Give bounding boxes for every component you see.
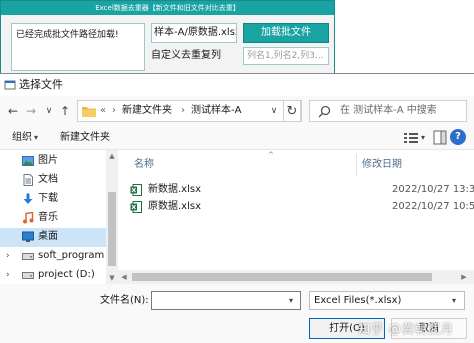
search-placeholder: 在 测试样本-A 中搜索 (340, 105, 437, 116)
breadcrumb-overflow[interactable]: « (100, 104, 106, 118)
watermark: 知乎 @冀朝武月 (358, 322, 454, 336)
breadcrumb-separator[interactable]: › (181, 104, 185, 118)
file-name: 原数据.xlsx (148, 201, 202, 212)
drive-icon (22, 272, 34, 279)
horizontal-scrollbar[interactable]: ◀ ▶ (118, 270, 474, 284)
excel-file-icon (130, 184, 142, 196)
chevron-down-icon[interactable]: ▾ (452, 294, 456, 308)
search-box[interactable]: 在 测试样本-A 中搜索 (309, 100, 467, 122)
sort-indicator-icon: ^ (268, 151, 274, 159)
app-window: Excel数据去重器【新文件和旧文件对比去重】 已经完成批文件路径加载! 样本-… (0, 0, 335, 80)
dialog-title: 选择文件 (19, 78, 63, 91)
sidebar-item-label: 下载 (38, 193, 58, 204)
sidebar-scrollbar[interactable]: ▲ ▼ (106, 150, 118, 284)
view-options-icon[interactable] (402, 130, 420, 146)
navigation-pane: 图片 文档 下载 音乐 桌面 › soft_program (C: › proj… (0, 150, 118, 284)
scroll-left-icon[interactable]: ◀ (118, 270, 130, 284)
sidebar-item-documents[interactable]: 文档 (0, 171, 106, 190)
file-modified-date: 2022/10/27 13:34 (392, 184, 474, 195)
breadcrumb-separator[interactable]: › (112, 104, 116, 118)
sidebar-item-drive-d[interactable]: › project (D:) (0, 266, 106, 284)
sidebar-item-label: 音乐 (38, 212, 58, 223)
sidebar-item-drive-c[interactable]: › soft_program (C: (0, 247, 118, 266)
filename-label: 文件名(N): (100, 295, 149, 306)
address-bar[interactable]: « › 新建文件夹 › 测试样本-A ∨ (77, 100, 302, 122)
file-type-select[interactable]: Excel Files(*.xlsx) (309, 291, 465, 310)
folder-icon (82, 107, 96, 117)
command-bar: 组织 ▾ 新建文件夹 ▾ ? (0, 126, 474, 150)
dialog-title-bar: 选择文件 (0, 74, 474, 96)
sidebar-item-label: 桌面 (38, 231, 58, 242)
scrollbar-thumb[interactable] (132, 273, 432, 281)
sidebar-item-downloads[interactable]: 下载 (0, 190, 106, 209)
sidebar-item-label: 文档 (38, 174, 58, 185)
organize-menu[interactable]: 组织 (12, 131, 32, 145)
up-button[interactable]: ↑ (58, 103, 72, 119)
drive-icon (22, 253, 34, 260)
breadcrumb-test-sample-a[interactable]: 测试样本-A (191, 104, 241, 118)
sidebar-item-label: project (D:) (38, 269, 95, 280)
chevron-right-icon[interactable]: › (6, 268, 10, 282)
sidebar-item-pictures[interactable]: 图片 (0, 152, 106, 171)
refresh-button[interactable]: ↻ (283, 100, 301, 122)
filename-input[interactable] (151, 291, 301, 310)
sidebar-item-desktop[interactable]: 桌面 (0, 228, 106, 247)
file-list: ^ 名称 修改日期 新数据.xlsx 2022/10/27 13:34 原数据.… (118, 150, 474, 284)
navigation-bar: ← → ∨ ↑ « › 新建文件夹 › 测试样本-A ∨ ↻ 在 测试样本-A … (0, 96, 474, 126)
scroll-right-icon[interactable]: ▶ (458, 270, 470, 284)
recent-locations-button[interactable]: ∨ (42, 103, 56, 119)
breadcrumb-new-folder[interactable]: 新建文件夹 (122, 104, 172, 118)
excel-file-icon (130, 201, 142, 213)
file-row[interactable]: 原数据.xlsx 2022/10/27 10:53 (130, 199, 474, 215)
music-icon (23, 212, 34, 224)
scrollbar-thumb[interactable] (108, 192, 116, 266)
forward-button[interactable]: → (24, 103, 38, 119)
file-row[interactable]: 新数据.xlsx 2022/10/27 13:34 (130, 182, 474, 198)
custom-dedupe-columns-label: 自定义去重复列 (151, 50, 221, 61)
downloads-icon (23, 193, 33, 204)
file-name: 新数据.xlsx (148, 184, 202, 195)
desktop-icon (22, 231, 34, 242)
chevron-down-icon: ▾ (34, 133, 39, 142)
scroll-up-icon[interactable]: ▲ (106, 150, 118, 162)
scroll-down-icon[interactable]: ▼ (106, 272, 118, 284)
chevron-right-icon[interactable]: › (6, 249, 10, 263)
load-batch-files-button[interactable]: 加载批文件 (243, 23, 329, 43)
file-modified-date: 2022/10/27 10:53 (392, 201, 474, 212)
preview-pane-icon[interactable] (433, 130, 447, 145)
chevron-down-icon[interactable]: ▾ (289, 294, 293, 308)
new-folder-button[interactable]: 新建文件夹 (60, 131, 110, 145)
help-icon[interactable]: ? (450, 129, 466, 145)
search-icon (318, 105, 331, 118)
file-path-input[interactable]: 样本-A/原数据.xlsx; (151, 23, 237, 43)
sidebar-item-music[interactable]: 音乐 (0, 209, 106, 228)
pictures-icon (22, 156, 34, 166)
address-history-dropdown[interactable]: ∨ (266, 101, 282, 121)
sidebar-item-label: 图片 (38, 155, 58, 166)
chevron-down-icon[interactable]: ▾ (421, 131, 425, 145)
status-textarea[interactable]: 已经完成批文件路径加载! (11, 23, 145, 71)
back-button[interactable]: ← (6, 103, 20, 119)
documents-icon (23, 174, 33, 186)
dedupe-columns-input[interactable]: 列名1,列名2,列3... (243, 47, 329, 65)
column-header-modified[interactable]: 修改日期 (362, 158, 402, 172)
column-divider[interactable] (356, 154, 357, 176)
file-open-dialog: 选择文件 ← → ∨ ↑ « › 新建文件夹 › 测试样本-A ∨ ↻ 在 测试… (0, 73, 474, 343)
app-title: Excel数据去重器【新文件和旧文件对比去重】 (1, 1, 334, 15)
app-icon (4, 80, 16, 90)
column-header-name[interactable]: 名称 (134, 158, 154, 172)
